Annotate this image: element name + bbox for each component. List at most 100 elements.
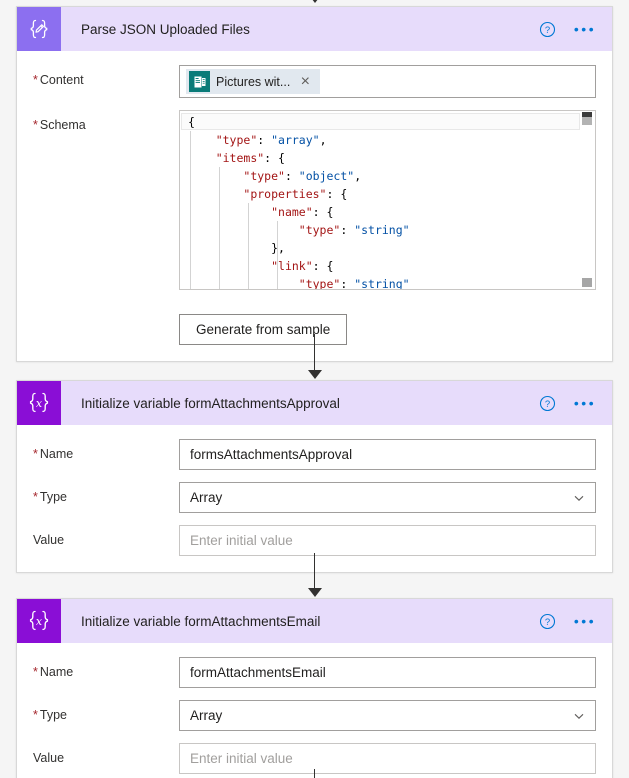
ellipsis-icon[interactable]: •••	[568, 388, 602, 418]
required-asterisk: *	[33, 665, 38, 679]
field-row-name: * Name formsAttachmentsApproval	[33, 439, 596, 470]
type-label-text: Type	[39, 490, 67, 504]
card-title: Parse JSON Uploaded Files	[81, 21, 250, 37]
field-row-type: * Type Array	[33, 700, 596, 731]
microsoft-forms-icon	[189, 71, 210, 92]
card-body: * Content Pictures wit... × * Schema {"…	[17, 51, 612, 361]
card-title: Initialize variable formAttachmentsAppro…	[81, 395, 340, 411]
required-asterisk: *	[33, 447, 38, 461]
arrow-head-icon	[307, 588, 322, 597]
name-field-wrap: formsAttachmentsApproval	[179, 439, 596, 470]
action-card-initialize-variable-approval[interactable]: x Initialize variable formAttachmentsApp…	[16, 380, 613, 573]
chevron-down-icon	[573, 492, 585, 504]
svg-text:?: ?	[544, 617, 549, 628]
value-placeholder: Enter initial value	[190, 751, 293, 766]
code-line: "items": {	[215, 151, 285, 165]
value-label: Value	[33, 533, 65, 547]
content-field-wrap: Pictures wit... ×	[179, 65, 596, 98]
action-card-parse-json[interactable]: Parse JSON Uploaded Files ? ••• * Content	[16, 6, 613, 362]
schema-code-text: { "type": "array", "items": { "type": "o…	[180, 111, 595, 290]
name-field-wrap: formAttachmentsEmail	[179, 657, 596, 688]
initialize-variable-icon: x	[17, 381, 61, 425]
required-asterisk: *	[33, 118, 38, 132]
required-asterisk: *	[33, 490, 38, 504]
content-label: * Content	[33, 65, 179, 87]
card-body: * Name formsAttachmentsApproval * Type Arr…	[17, 425, 612, 572]
name-label-text: Name	[39, 447, 74, 461]
value-label: Value	[33, 751, 65, 765]
ellipsis-icon[interactable]: •••	[568, 606, 602, 636]
card-header[interactable]: x Initialize variable formAttachmentsApp…	[17, 381, 612, 425]
required-asterisk: *	[33, 708, 38, 722]
type-field-wrap: Array	[179, 700, 596, 731]
field-row-schema: * Schema { "type": "array", "items": { "t…	[33, 110, 596, 290]
content-label-text: Content	[39, 73, 84, 87]
card-header[interactable]: x Initialize variable formAttachmentsEma…	[17, 599, 612, 643]
type-dropdown[interactable]: Array	[179, 700, 596, 731]
code-line: "name": {	[271, 205, 334, 219]
schema-label: * Schema	[33, 110, 179, 132]
card-title: Initialize variable formAttachmentsEmail	[81, 613, 321, 629]
name-label: * Name	[33, 657, 179, 679]
svg-text:?: ?	[544, 399, 549, 410]
type-selected-value: Array	[190, 490, 223, 505]
token-label: Pictures wit...	[216, 74, 291, 89]
code-line: "properties": {	[243, 187, 348, 201]
schema-field-wrap: { "type": "array", "items": { "type": "o…	[179, 110, 596, 290]
code-line: "type": "array",	[215, 133, 327, 147]
dynamic-content-token[interactable]: Pictures wit... ×	[186, 69, 321, 94]
type-label: * Type	[33, 482, 179, 504]
scrollbar-thumb[interactable]	[582, 117, 592, 125]
required-asterisk: *	[33, 73, 38, 87]
name-input[interactable]: formAttachmentsEmail	[179, 657, 596, 688]
code-line: "link": {	[271, 259, 334, 273]
ellipsis-icon[interactable]: •••	[568, 14, 602, 44]
code-line: "type": "string"	[298, 223, 410, 237]
value-placeholder: Enter initial value	[190, 533, 293, 548]
type-label: * Type	[33, 700, 179, 722]
name-input[interactable]: formsAttachmentsApproval	[179, 439, 596, 470]
schema-code-editor[interactable]: { "type": "array", "items": { "type": "o…	[179, 110, 596, 290]
type-field-wrap: Array	[179, 482, 596, 513]
value-input[interactable]: Enter initial value	[179, 525, 596, 556]
type-selected-value: Array	[190, 708, 223, 723]
code-line: },	[188, 241, 285, 255]
code-line: "type": "object",	[243, 169, 362, 183]
field-row-content: * Content Pictures wit... ×	[33, 65, 596, 98]
card-body: *Name formAttachmentsEmail *Type Array	[17, 643, 612, 778]
chevron-down-icon	[573, 710, 585, 722]
schema-label-text: Schema	[39, 118, 86, 132]
type-dropdown[interactable]: Array	[179, 482, 596, 513]
help-circle-icon[interactable]: ?	[532, 606, 562, 636]
svg-text:x: x	[36, 397, 43, 410]
help-circle-icon[interactable]: ?	[532, 14, 562, 44]
connector-top	[0, 0, 629, 4]
flow-designer-canvas: Parse JSON Uploaded Files ? ••• * Content	[0, 0, 629, 778]
initialize-variable-icon: x	[17, 599, 61, 643]
arrow-head-icon	[307, 0, 322, 3]
type-label-text: Type	[39, 708, 67, 722]
close-icon[interactable]: ×	[296, 73, 314, 91]
code-line: {	[188, 115, 195, 129]
name-label: * Name	[33, 439, 179, 461]
scrollbar-marker	[582, 278, 592, 287]
field-row-value: Value Enter initial value	[33, 525, 596, 556]
value-field-wrap: Enter initial value	[179, 525, 596, 556]
parse-json-braces-pencil-icon	[17, 7, 61, 51]
content-input[interactable]: Pictures wit... ×	[179, 65, 596, 98]
value-input[interactable]: Enter initial value	[179, 743, 596, 774]
card-header[interactable]: Parse JSON Uploaded Files ? •••	[17, 7, 612, 51]
name-label-text: Name	[39, 665, 74, 679]
generate-from-sample-button[interactable]: Generate from sample	[179, 314, 348, 345]
action-card-initialize-variable-email[interactable]: x Initialize variable formAttachmentsEma…	[16, 598, 613, 778]
code-line: "type": "string"	[298, 277, 410, 290]
field-row-name: * Name formAttachmentsEmail	[33, 657, 596, 688]
value-field-wrap: Enter initial value	[179, 743, 596, 774]
svg-text:x: x	[36, 615, 43, 628]
editor-scrollbar[interactable]	[581, 111, 595, 289]
field-row-type: * Type Array	[33, 482, 596, 513]
field-row-value: Value Enter initial value	[33, 743, 596, 774]
help-circle-icon[interactable]: ?	[532, 388, 562, 418]
arrow-head-icon	[307, 370, 322, 379]
svg-text:?: ?	[544, 25, 549, 36]
